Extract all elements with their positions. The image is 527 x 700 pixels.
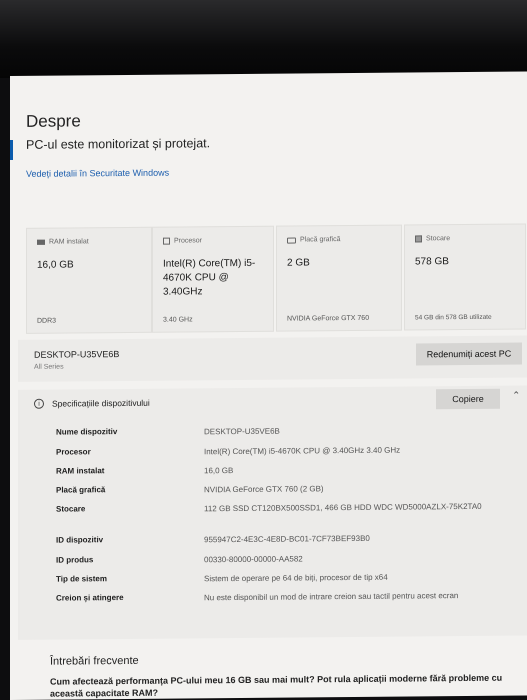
card-label: RAM instalat [49,238,89,246]
device-name-panel: DESKTOP-U35VE6B All Series Redenumiți ac… [18,335,527,382]
monitor-bezel [0,0,527,78]
card-footer: DDR3 [37,317,57,325]
ram-icon [37,239,45,245]
device-specifications-panel: i Specificațiile dispozitivului Copiere … [18,385,527,640]
processor-icon [163,237,170,245]
faq-question[interactable]: Cum afectează performanța PC-ului meu 16… [50,672,510,700]
spec-row: Placă grafică NVIDIA GeForce GTX 760 (2 G… [56,484,324,495]
card-value: Intel(R) Core(TM) i5-4670K CPU @ 3.40GHz [163,257,256,298]
page-title: Despre [26,111,81,131]
spec-row: Creion și atingere Nu este disponibil un … [56,591,459,603]
nav-selection-marker [10,139,13,160]
card-value: 16,0 GB [37,259,74,271]
card-footer: NVIDIA GeForce GTX 760 [287,314,370,323]
card-value: 2 GB [287,257,310,269]
device-series: All Series [34,363,64,371]
info-icon: i [34,398,44,409]
specs-title: Specificațiile dispozitivului [52,397,150,409]
graphics-card-icon [287,237,296,244]
card-value: 578 GB [415,256,449,268]
copy-button[interactable]: Copiere [436,388,500,410]
spec-row: Procesor Intel(R) Core(TM) i5-4670K CPU @… [56,445,401,457]
storage-icon [415,235,422,243]
card-footer: 54 GB din 578 GB utilizate [415,313,492,322]
card-label: Stocare [426,235,451,243]
chevron-up-icon[interactable]: ⌃ [512,391,520,402]
rename-pc-button[interactable]: Redenumiți acest PC [416,342,522,366]
specs-header[interactable]: i Specificațiile dispozitivului [34,398,150,409]
spec-row: RAM instalat 16,0 GB [56,466,234,476]
processor-card: Procesor Intel(R) Core(TM) i5-4670K CPU … [152,225,274,333]
spec-row: ID dispozitiv 955947C2-4E3C-4E8D-BC01-7CF… [56,533,370,545]
faq-title: Întrebări frecvente [50,654,139,668]
card-label: Placă grafică [300,236,341,244]
device-name: DESKTOP-U35VE6B [34,349,120,360]
settings-window: Despre PC-ul este monitorizat și proteja… [10,71,527,700]
spec-row: ID produs 00330-80000-00000-AA582 [56,554,303,565]
security-details-link[interactable]: Vedeți detalii în Securitate Windows [26,168,169,179]
spec-row: Stocare 112 GB SSD CT120BX500SSD1, 466 GB… [56,501,482,514]
graphics-card: Placă grafică 2 GB NVIDIA GeForce GTX 76… [276,224,402,332]
spec-row: Tip de sistem Sistem de operare pe 64 de … [56,572,388,584]
card-footer: 3.40 GHz [163,316,193,324]
ram-card: RAM instalat 16,0 GB DDR3 [26,226,152,334]
card-label: Procesor [174,237,203,245]
spec-row: Nume dispozitiv DESKTOP-U35VE6B [56,426,280,437]
storage-card: Stocare 578 GB 54 GB din 578 GB utilizat… [404,223,526,331]
protection-status: PC-ul este monitorizat și protejat. [26,136,211,152]
